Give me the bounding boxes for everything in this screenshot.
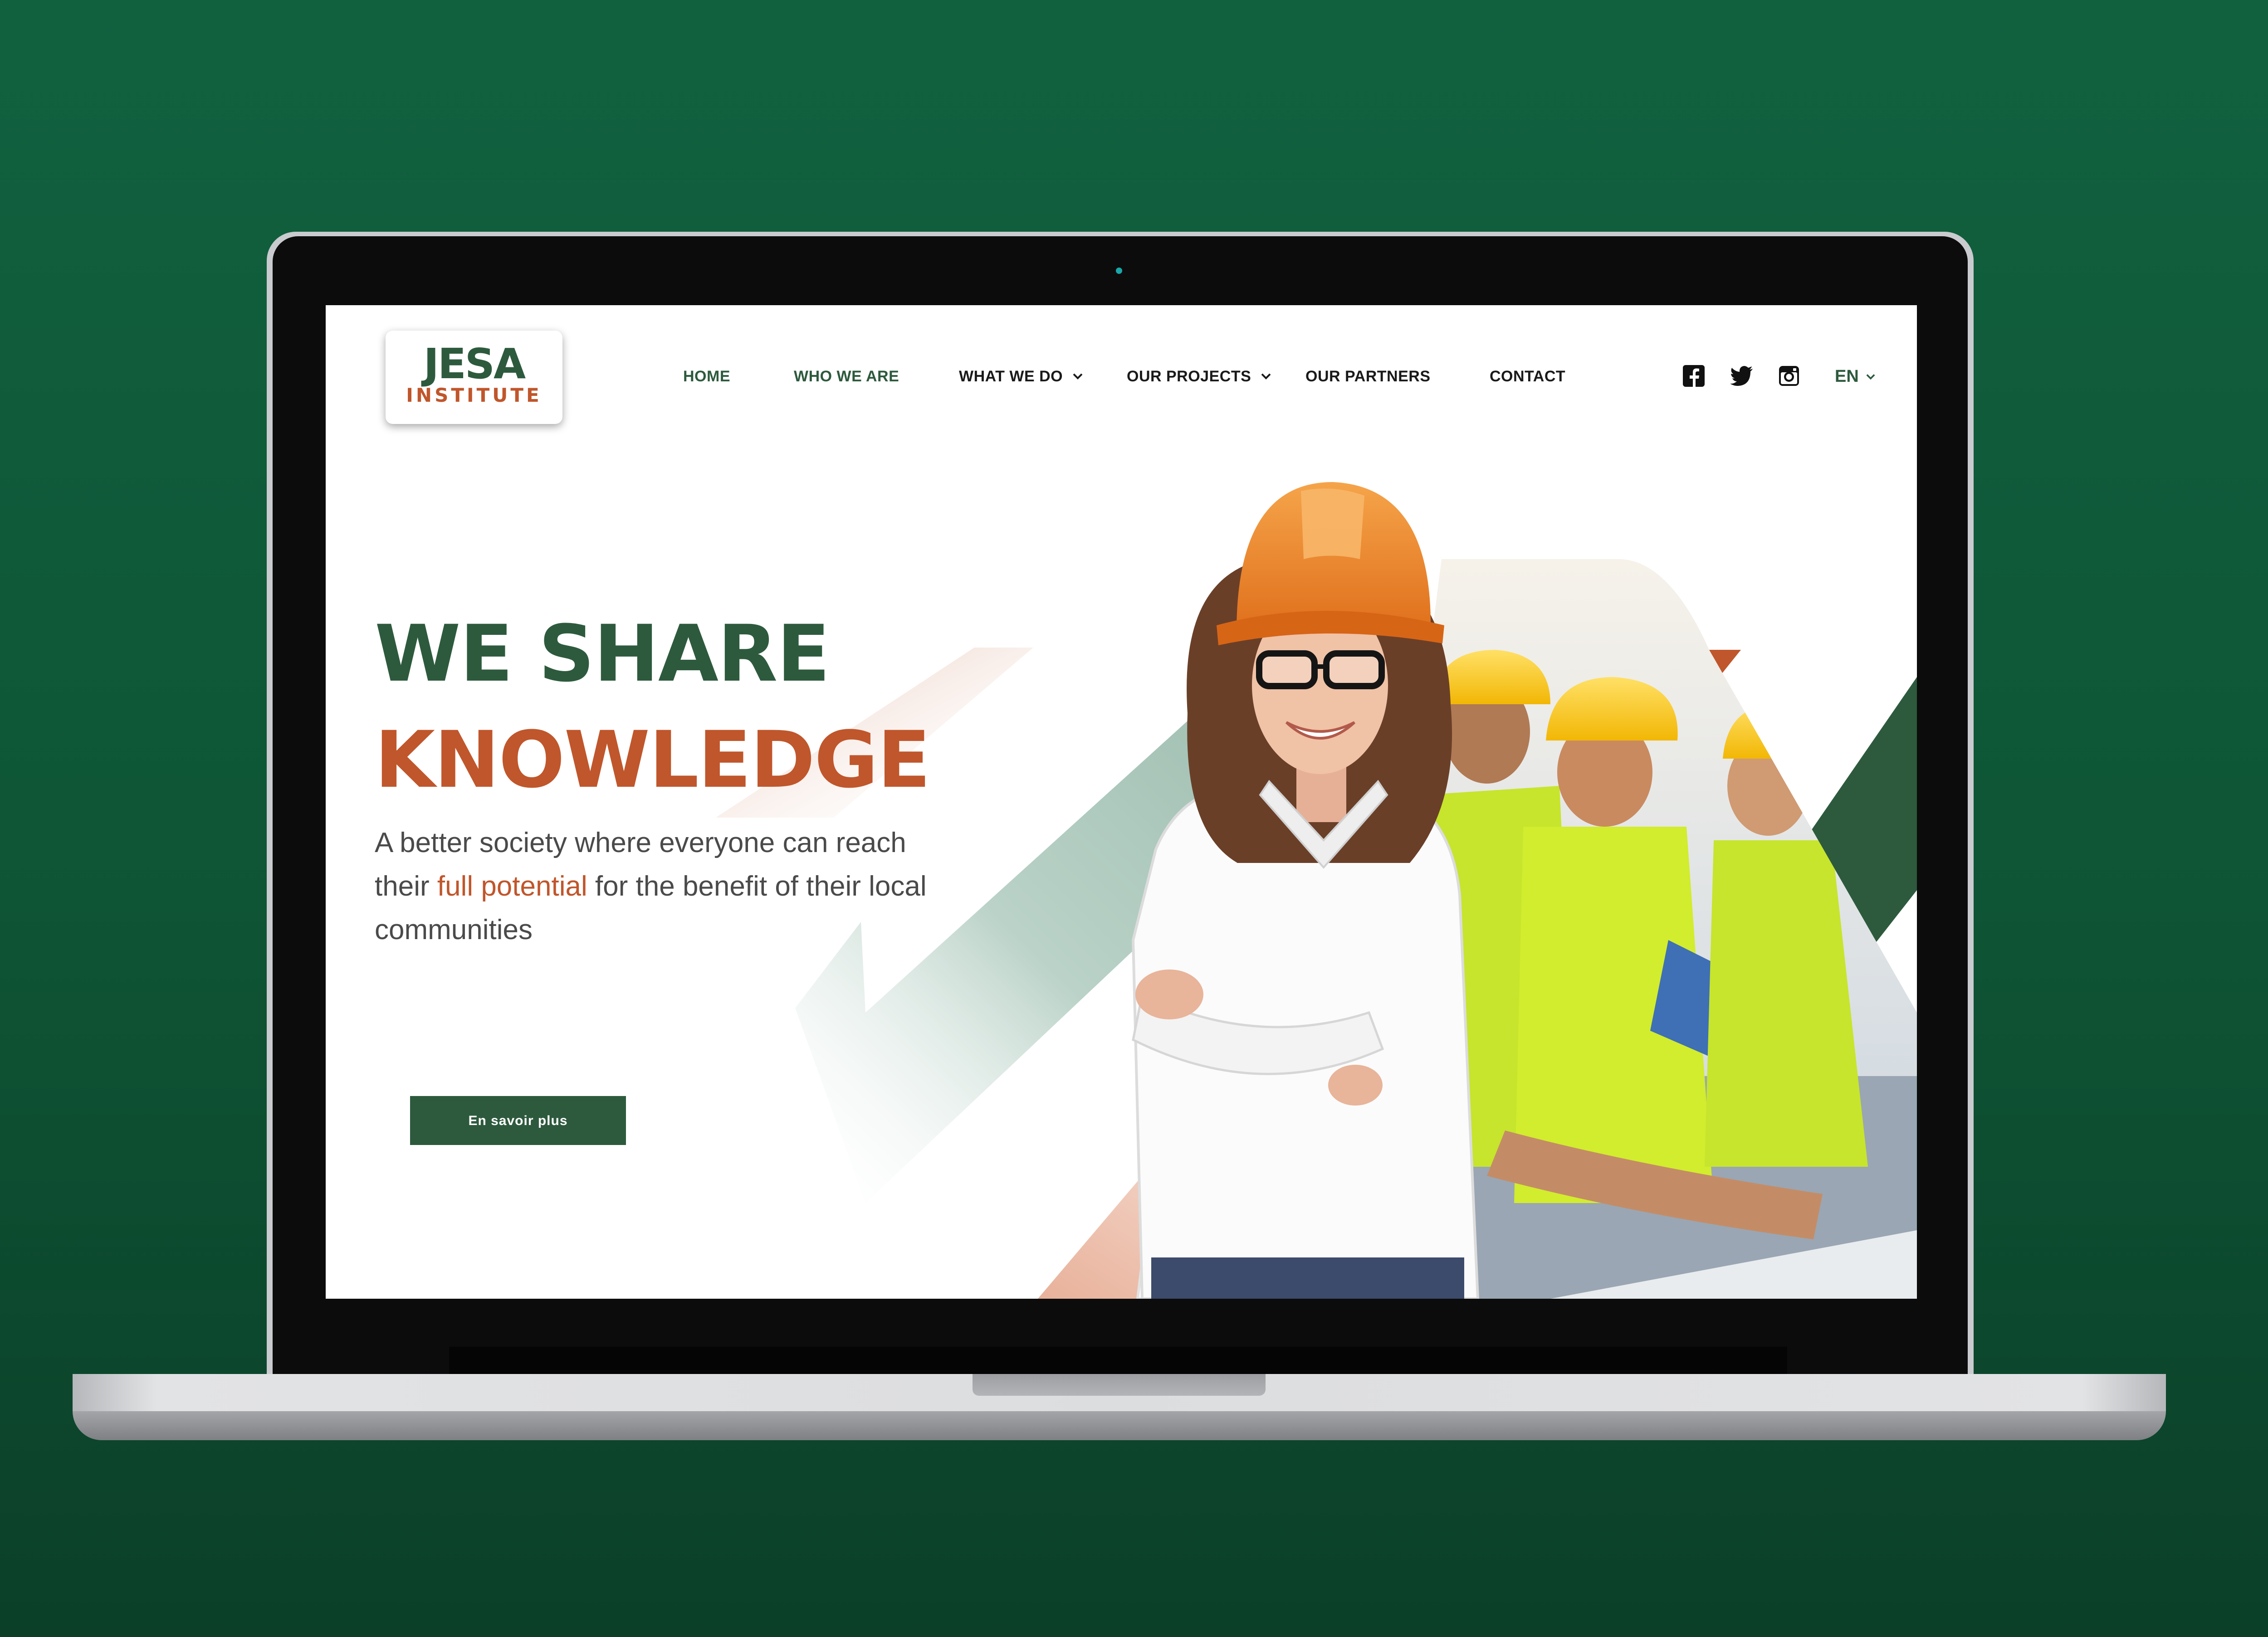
facebook-icon[interactable] — [1682, 364, 1706, 388]
hero-title-line2: KNOWLEDGE — [375, 714, 931, 806]
twitter-icon[interactable] — [1730, 364, 1754, 388]
laptop-hinge — [449, 1347, 1787, 1374]
main-navigation: HOME WHO WE ARE WHAT WE DO OUR PROJECTS … — [326, 305, 1917, 450]
nav-our-projects-label: OUR PROJECTS — [1127, 368, 1251, 385]
nav-our-partners[interactable]: OUR PARTNERS — [1305, 368, 1431, 385]
laptop-base-bottom — [73, 1411, 2166, 1440]
chevron-down-icon — [1261, 373, 1271, 380]
nav-contact[interactable]: CONTACT — [1490, 368, 1565, 385]
webcam — [1116, 268, 1122, 274]
nav-who-we-are[interactable]: WHO WE ARE — [794, 368, 899, 385]
language-label: EN — [1835, 367, 1859, 386]
nav-what-we-do[interactable]: WHAT WE DO — [959, 368, 1083, 385]
language-selector[interactable]: EN — [1835, 367, 1875, 386]
chevron-down-icon — [1073, 373, 1083, 380]
nav-home[interactable]: HOME — [683, 368, 730, 385]
chevron-down-icon — [1866, 374, 1875, 380]
hero-subtitle: A better society where everyone can reac… — [375, 821, 946, 952]
nav-our-projects[interactable]: OUR PROJECTS — [1127, 368, 1271, 385]
instagram-icon[interactable] — [1777, 364, 1801, 388]
hero-title-line1: WE SHARE — [375, 608, 830, 700]
website-screen: JESA INSTITUTE HOME WHO WE ARE WHAT WE D… — [326, 305, 1917, 1299]
hero-subtitle-highlight: full potential — [437, 871, 587, 902]
laptop-notch — [973, 1374, 1266, 1396]
nav-what-we-do-label: WHAT WE DO — [959, 368, 1063, 385]
learn-more-button[interactable]: En savoir plus — [410, 1096, 626, 1145]
